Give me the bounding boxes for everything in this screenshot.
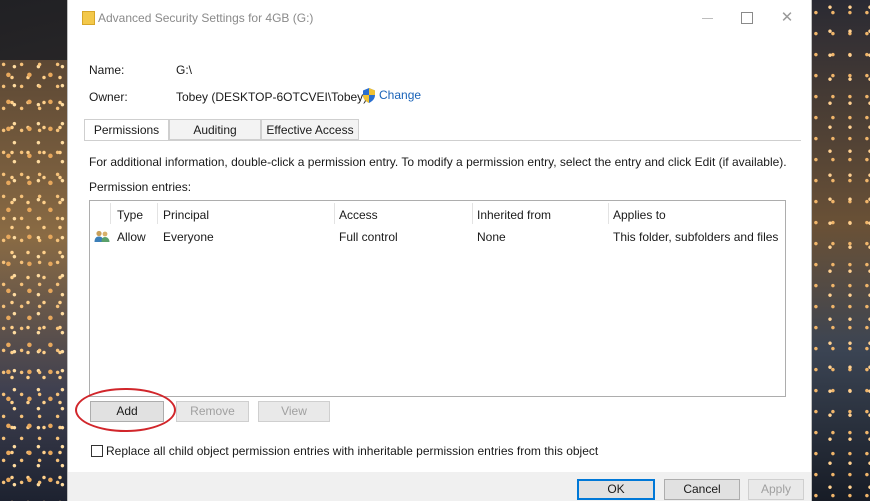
close-icon: ✕	[780, 9, 794, 26]
tab-effective-access[interactable]: Effective Access	[261, 119, 359, 140]
view-button[interactable]: View	[258, 401, 330, 422]
add-button-highlight-circle	[75, 388, 176, 432]
column-separator[interactable]	[472, 203, 473, 224]
row-access: Full control	[339, 230, 398, 244]
owner-value: Tobey (DESKTOP-6OTCVEI\Tobey)	[176, 90, 368, 104]
name-value: G:\	[176, 63, 193, 77]
minimize-button[interactable]	[692, 7, 724, 29]
title-bar[interactable]: Advanced Security Settings for 4GB (G:) …	[68, 0, 811, 36]
remove-button[interactable]: Remove	[176, 401, 249, 422]
maximize-button[interactable]	[731, 7, 763, 29]
row-principal: Everyone	[163, 230, 214, 244]
column-separator[interactable]	[334, 203, 335, 224]
row-inherited-from: None	[477, 230, 506, 244]
column-separator[interactable]	[608, 203, 609, 224]
permission-info-text: For additional information, double-click…	[89, 155, 787, 169]
cancel-button[interactable]: Cancel	[664, 479, 740, 500]
ok-button[interactable]: OK	[577, 479, 655, 500]
column-header-type[interactable]: Type	[117, 208, 143, 222]
column-header-access[interactable]: Access	[339, 208, 378, 222]
replace-permissions-checkbox[interactable]	[91, 445, 103, 457]
column-header-principal[interactable]: Principal	[163, 208, 209, 222]
row-applies-to: This folder, subfolders and files	[613, 230, 779, 244]
tab-auditing[interactable]: Auditing	[169, 119, 261, 140]
wallpaper-left	[0, 60, 75, 501]
owner-label: Owner:	[89, 90, 128, 104]
change-owner-link[interactable]: Change	[379, 88, 421, 102]
name-label: Name:	[89, 63, 125, 77]
window-title: Advanced Security Settings for 4GB (G:)	[98, 11, 314, 25]
permission-entries-label: Permission entries:	[89, 180, 192, 194]
apply-button[interactable]: Apply	[748, 479, 804, 500]
users-icon	[94, 230, 110, 242]
wallpaper-right	[804, 0, 870, 501]
column-header-inherited-from[interactable]: Inherited from	[477, 208, 551, 222]
row-type: Allow	[117, 230, 146, 244]
permission-entries-list[interactable]: Type Principal Access Inherited from App…	[89, 200, 786, 397]
replace-permissions-label: Replace all child object permission entr…	[106, 444, 599, 458]
folder-icon	[82, 11, 95, 25]
advanced-security-window: Advanced Security Settings for 4GB (G:) …	[67, 0, 812, 501]
column-header-applies-to[interactable]: Applies to	[613, 208, 666, 222]
column-separator[interactable]	[157, 203, 158, 224]
column-separator[interactable]	[110, 203, 111, 224]
shield-icon	[363, 88, 375, 103]
close-button[interactable]: ✕	[771, 7, 803, 29]
tab-permissions[interactable]: Permissions	[84, 119, 169, 141]
tab-divider	[84, 140, 801, 141]
